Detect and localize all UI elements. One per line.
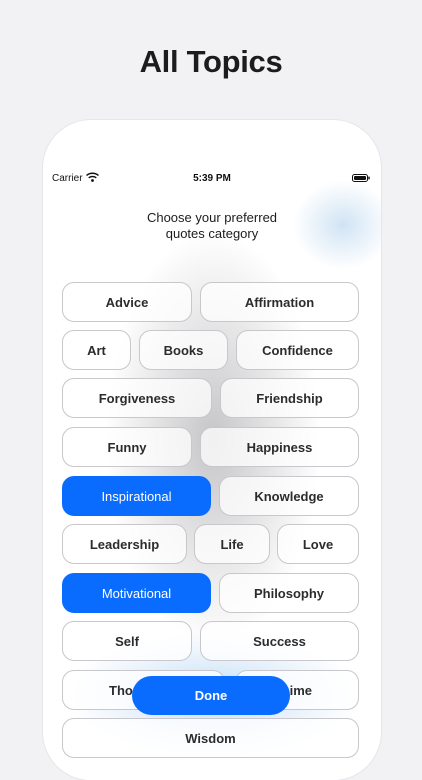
topic-chip-happiness[interactable]: Happiness bbox=[200, 427, 359, 467]
topic-chip-forgiveness[interactable]: Forgiveness bbox=[62, 378, 212, 418]
topic-chip-art[interactable]: Art bbox=[62, 330, 131, 370]
category-prompt: Choose your preferred quotes category bbox=[43, 210, 381, 242]
topic-chip-life[interactable]: Life bbox=[194, 524, 270, 564]
topic-chip-philosophy[interactable]: Philosophy bbox=[219, 573, 359, 613]
topic-chip-love[interactable]: Love bbox=[277, 524, 359, 564]
topic-chip-books[interactable]: Books bbox=[139, 330, 228, 370]
topic-chip-confidence[interactable]: Confidence bbox=[236, 330, 359, 370]
topic-chip-self[interactable]: Self bbox=[62, 621, 192, 661]
topic-chip-friendship[interactable]: Friendship bbox=[220, 378, 359, 418]
topic-chip-funny[interactable]: Funny bbox=[62, 427, 192, 467]
prompt-line: Choose your preferred bbox=[146, 210, 278, 225]
topic-chip-motivational[interactable]: Motivational bbox=[62, 573, 211, 613]
topic-chip-success[interactable]: Success bbox=[200, 621, 359, 661]
phone-frame: Carrier 5:39 PM Choose your preferred qu… bbox=[43, 120, 381, 780]
battery-icon bbox=[352, 174, 370, 182]
topic-chip-wisdom[interactable]: Wisdom bbox=[62, 718, 359, 758]
page-headline: All Topics bbox=[139, 44, 283, 79]
prompt-line: quotes category bbox=[165, 226, 259, 241]
topic-chip-affirmation[interactable]: Affirmation bbox=[200, 282, 359, 322]
topic-chip-knowledge[interactable]: Knowledge bbox=[219, 476, 359, 516]
topic-chip-inspirational[interactable]: Inspirational bbox=[62, 476, 211, 516]
status-time: 5:39 PM bbox=[193, 173, 231, 184]
topic-chip-advice[interactable]: Advice bbox=[62, 282, 192, 322]
done-button[interactable]: Done bbox=[132, 676, 290, 715]
topic-chip-leadership[interactable]: Leadership bbox=[62, 524, 187, 564]
